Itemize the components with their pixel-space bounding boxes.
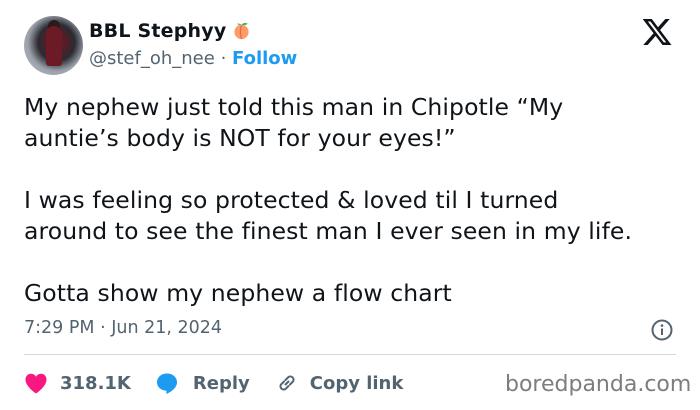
handle-separator: · xyxy=(220,48,227,69)
tweet-text: My nephew just told this man in Chipotle… xyxy=(24,92,694,309)
tweet-line: around to see the finest man I ever seen… xyxy=(24,217,633,245)
handle-row: @stef_oh_nee · Follow xyxy=(89,48,297,69)
like-button[interactable]: 318.1K xyxy=(24,372,131,394)
tweet-line: Gotta show my nephew a flow chart xyxy=(24,279,452,307)
reply-button[interactable]: Reply xyxy=(155,371,250,395)
tweet-line: I was feeling so protected & loved til I… xyxy=(24,186,559,214)
author-name-row[interactable]: BBL Stephyy xyxy=(89,20,251,42)
divider xyxy=(24,354,676,355)
follow-button[interactable]: Follow xyxy=(232,48,297,69)
x-logo-icon[interactable] xyxy=(640,16,674,48)
info-icon[interactable] xyxy=(650,318,674,342)
reply-label: Reply xyxy=(192,372,250,394)
link-icon xyxy=(279,375,295,391)
like-count: 318.1K xyxy=(60,372,131,394)
peach-icon xyxy=(234,22,250,40)
action-bar: 318.1K Reply Copy link xyxy=(24,370,427,396)
avatar[interactable] xyxy=(24,16,83,75)
reply-bubble-icon xyxy=(156,373,177,394)
tweet-line: auntie’s body is NOT for your eyes!” xyxy=(24,124,456,152)
heart-icon xyxy=(25,373,47,394)
tweet-timestamp[interactable]: 7:29 PM · Jun 21, 2024 xyxy=(24,318,222,338)
author-handle[interactable]: @stef_oh_nee xyxy=(89,48,215,69)
tweet-card: BBL Stephyy @stef_oh_nee · Follow My nep… xyxy=(0,0,700,410)
tweet-line: My nephew just told this man in Chipotle… xyxy=(24,93,564,121)
author-display-name[interactable]: BBL Stephyy xyxy=(89,20,226,42)
copy-link-label: Copy link xyxy=(309,372,404,394)
copy-link-button[interactable]: Copy link xyxy=(274,371,404,395)
watermark: boredpanda.com xyxy=(505,372,692,397)
